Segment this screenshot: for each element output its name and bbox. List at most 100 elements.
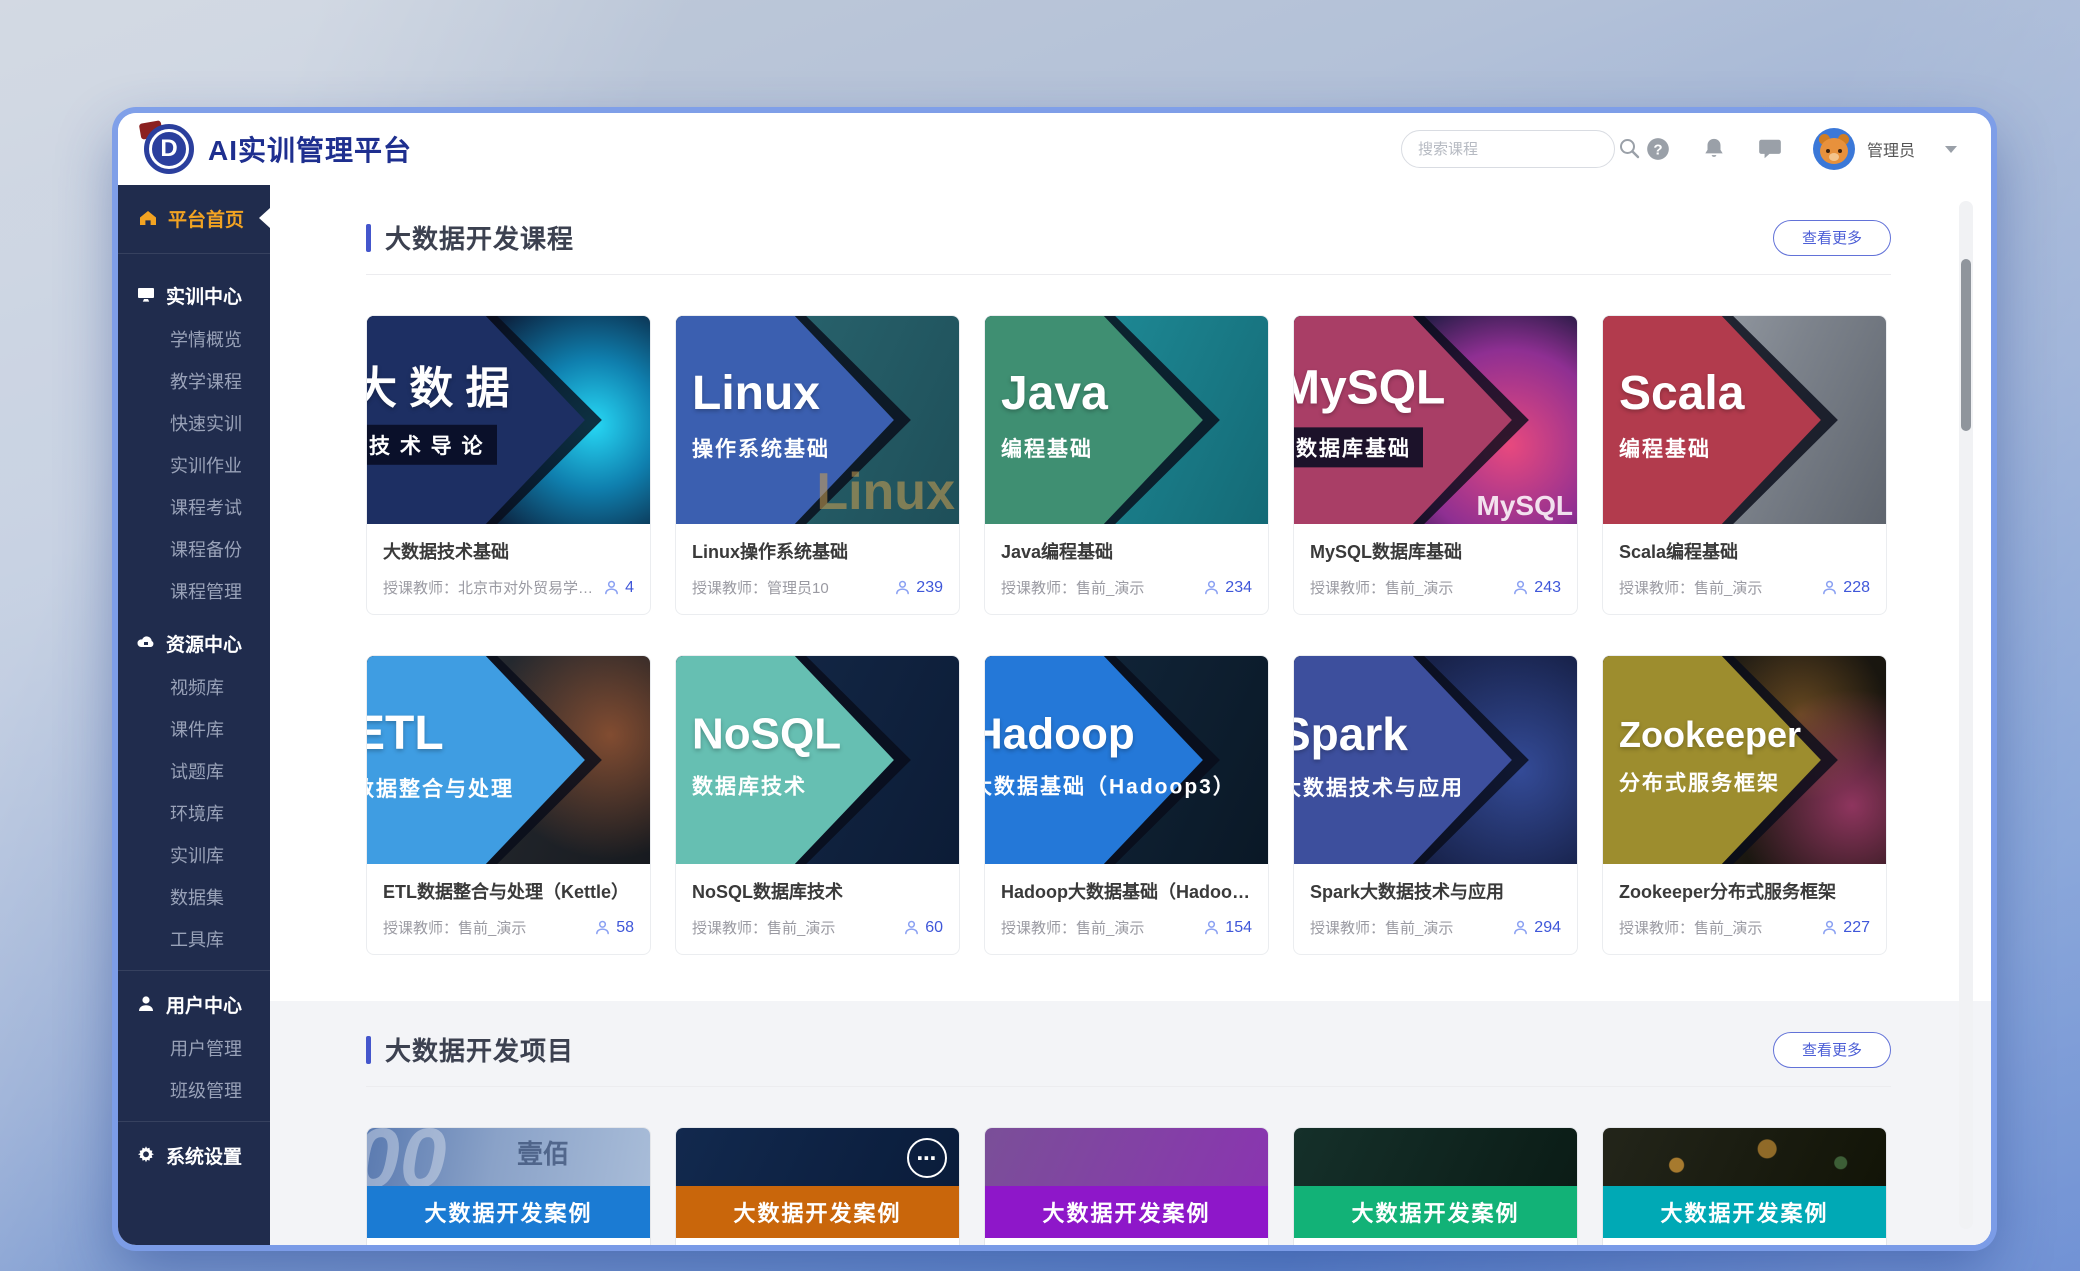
cover-subtitle: 技 术 导 论	[367, 425, 497, 465]
sidebar-item[interactable]: 课程备份	[118, 528, 270, 570]
course-card[interactable]: 大 数 据技 术 导 论大数据技术基础授课教师：北京市对外贸易学校教...4	[366, 315, 651, 615]
view-more-button[interactable]: 查看更多	[1773, 1032, 1891, 1068]
course-cover: NoSQL 数据库技术	[676, 656, 959, 864]
section-divider	[366, 274, 1891, 275]
course-card[interactable]: ETL数据整合与处理ETL数据整合与处理（Kettle）授课教师：售前_演示58	[366, 655, 651, 955]
cover-title: Spark	[1294, 709, 1464, 760]
active-notch	[259, 208, 270, 228]
project-card[interactable]: 00壹佰大数据开发案例	[366, 1127, 651, 1245]
course-teacher: 授课教师：售前_演示	[1619, 577, 1821, 598]
sidebar-group-1[interactable]: 资源中心	[118, 620, 270, 666]
search-input[interactable]	[1418, 141, 1617, 158]
scrollbar-thumb[interactable]	[1961, 259, 1971, 431]
course-teacher: 授课教师：售前_演示	[1310, 577, 1512, 598]
cloud-icon	[136, 633, 156, 653]
project-image	[1294, 1128, 1577, 1186]
chat-icon[interactable]	[1757, 136, 1783, 162]
member-count-value: 294	[1534, 919, 1561, 937]
course-card[interactable]: LinuxLinux操作系统基础Linux操作系统基础授课教师：管理员10239	[675, 315, 960, 615]
sidebar-group-label: 资源中心	[166, 630, 242, 657]
cover-title: MySQL	[1294, 362, 1445, 415]
user-avatar[interactable]	[1813, 128, 1855, 170]
member-count-value: 227	[1843, 919, 1870, 937]
sidebar-item[interactable]: 实训库	[118, 834, 270, 876]
project-image-text: 壹佰	[517, 1134, 569, 1171]
project-card[interactable]: 大数据开发案例	[984, 1127, 1269, 1245]
sidebar-group-label: 实训中心	[166, 282, 242, 309]
view-more-button[interactable]: 查看更多	[1773, 220, 1891, 256]
app-window: D AI实训管理平台 ?	[118, 113, 1991, 1245]
course-card[interactable]: NoSQL数据库技术NoSQL数据库技术授课教师：售前_演示60	[675, 655, 960, 955]
sidebar-item[interactable]: 课程管理	[118, 570, 270, 612]
course-card[interactable]: Java编程基础Java编程基础授课教师：售前_演示234	[984, 315, 1269, 615]
sidebar-item[interactable]: 课程考试	[118, 486, 270, 528]
course-card[interactable]: Zookeeper分布式服务框架Zookeeper分布式服务框架授课教师：售前_…	[1602, 655, 1887, 955]
member-count: 239	[894, 579, 943, 597]
sidebar-item[interactable]: 工具库	[118, 918, 270, 960]
course-card[interactable]: Scala编程基础Scala编程基础授课教师：售前_演示228	[1602, 315, 1887, 615]
monitor-icon	[136, 285, 156, 305]
sidebar-item-home[interactable]: 平台首页	[118, 193, 270, 243]
project-image	[1603, 1128, 1886, 1186]
person-icon	[1821, 579, 1838, 596]
cover-title: Linux	[692, 368, 830, 421]
chevron-down-icon[interactable]	[1945, 146, 1957, 153]
sidebar-item[interactable]: 实训作业	[118, 444, 270, 486]
user-name[interactable]: 管理员	[1867, 137, 1915, 161]
section-accent-bar	[366, 224, 371, 252]
member-count-value: 228	[1843, 579, 1870, 597]
course-cover: LinuxLinux操作系统基础	[676, 316, 959, 524]
sidebar-item-label: 平台首页	[168, 205, 244, 232]
cover-subtitle: 操作系统基础	[692, 433, 830, 463]
cover-subtitle: 编程基础	[1001, 433, 1108, 463]
sidebar-group-2[interactable]: 用户中心	[118, 981, 270, 1027]
sidebar-item[interactable]: 视频库	[118, 666, 270, 708]
project-banner: 大数据开发案例	[367, 1186, 650, 1238]
course-teacher: 授课教师：管理员10	[692, 577, 894, 598]
scrollbar-track[interactable]	[1959, 201, 1973, 1229]
sidebar-item[interactable]: 环境库	[118, 792, 270, 834]
course-title: Zookeeper分布式服务框架	[1619, 878, 1870, 904]
sidebar-item[interactable]: 快速实训	[118, 402, 270, 444]
course-card[interactable]: MySQLMySQL数据库基础MySQL数据库基础授课教师：售前_演示243	[1293, 315, 1578, 615]
course-cover: Scala编程基础	[1603, 316, 1886, 524]
search-box[interactable]	[1401, 130, 1615, 168]
course-teacher: 授课教师：售前_演示	[692, 917, 903, 938]
sidebar-item[interactable]: 数据集	[118, 876, 270, 918]
project-card[interactable]: 大数据开发案例	[1293, 1127, 1578, 1245]
course-title: MySQL数据库基础	[1310, 538, 1561, 564]
sidebar-item[interactable]: 班级管理	[118, 1069, 270, 1111]
course-card[interactable]: Spark大数据技术与应用Spark大数据技术与应用授课教师：售前_演示294	[1293, 655, 1578, 955]
project-image: ⋯	[676, 1128, 959, 1186]
sidebar-item[interactable]: 教学课程	[118, 360, 270, 402]
help-icon[interactable]: ?	[1645, 136, 1671, 162]
member-count-value: 58	[616, 919, 634, 937]
sidebar-item[interactable]: 用户管理	[118, 1027, 270, 1069]
sidebar-group-3[interactable]: 系统设置	[118, 1132, 270, 1178]
course-teacher: 授课教师：售前_演示	[1001, 917, 1203, 938]
app-logo: D	[144, 124, 194, 174]
svg-text:?: ?	[1653, 141, 1662, 158]
notification-bell-icon[interactable]	[1701, 136, 1727, 162]
course-cover: 大 数 据技 术 导 论	[367, 316, 650, 524]
member-count: 234	[1203, 579, 1252, 597]
course-teacher: 授课教师：售前_演示	[1310, 917, 1512, 938]
sidebar-item[interactable]: 学情概览	[118, 318, 270, 360]
cover-subtitle: 分布式服务框架	[1619, 767, 1801, 797]
cover-subtitle: 数据库技术	[692, 771, 841, 801]
member-count-value: 239	[916, 579, 943, 597]
search-icon[interactable]	[1617, 136, 1641, 162]
sidebar-item[interactable]: 试题库	[118, 750, 270, 792]
sidebar-item[interactable]: 课件库	[118, 708, 270, 750]
course-card[interactable]: Hadoop大数据基础（Hadoop3）Hadoop大数据基础（Hadoop3）…	[984, 655, 1269, 955]
member-count: 243	[1512, 579, 1561, 597]
ellipsis-icon: ⋯	[907, 1138, 947, 1178]
sidebar-group-0[interactable]: 实训中心	[118, 272, 270, 318]
project-card[interactable]: ⋯大数据开发案例	[675, 1127, 960, 1245]
person-icon	[594, 919, 611, 936]
section-courses: 大数据开发课程 查看更多 大 数 据技 术 导 论大数据技术基础授课教师：北京市…	[270, 185, 1991, 955]
course-teacher: 授课教师：售前_演示	[1619, 917, 1821, 938]
cover-title: NoSQL	[692, 710, 841, 758]
project-image: 00壹佰	[367, 1128, 650, 1186]
project-card[interactable]: 大数据开发案例	[1602, 1127, 1887, 1245]
